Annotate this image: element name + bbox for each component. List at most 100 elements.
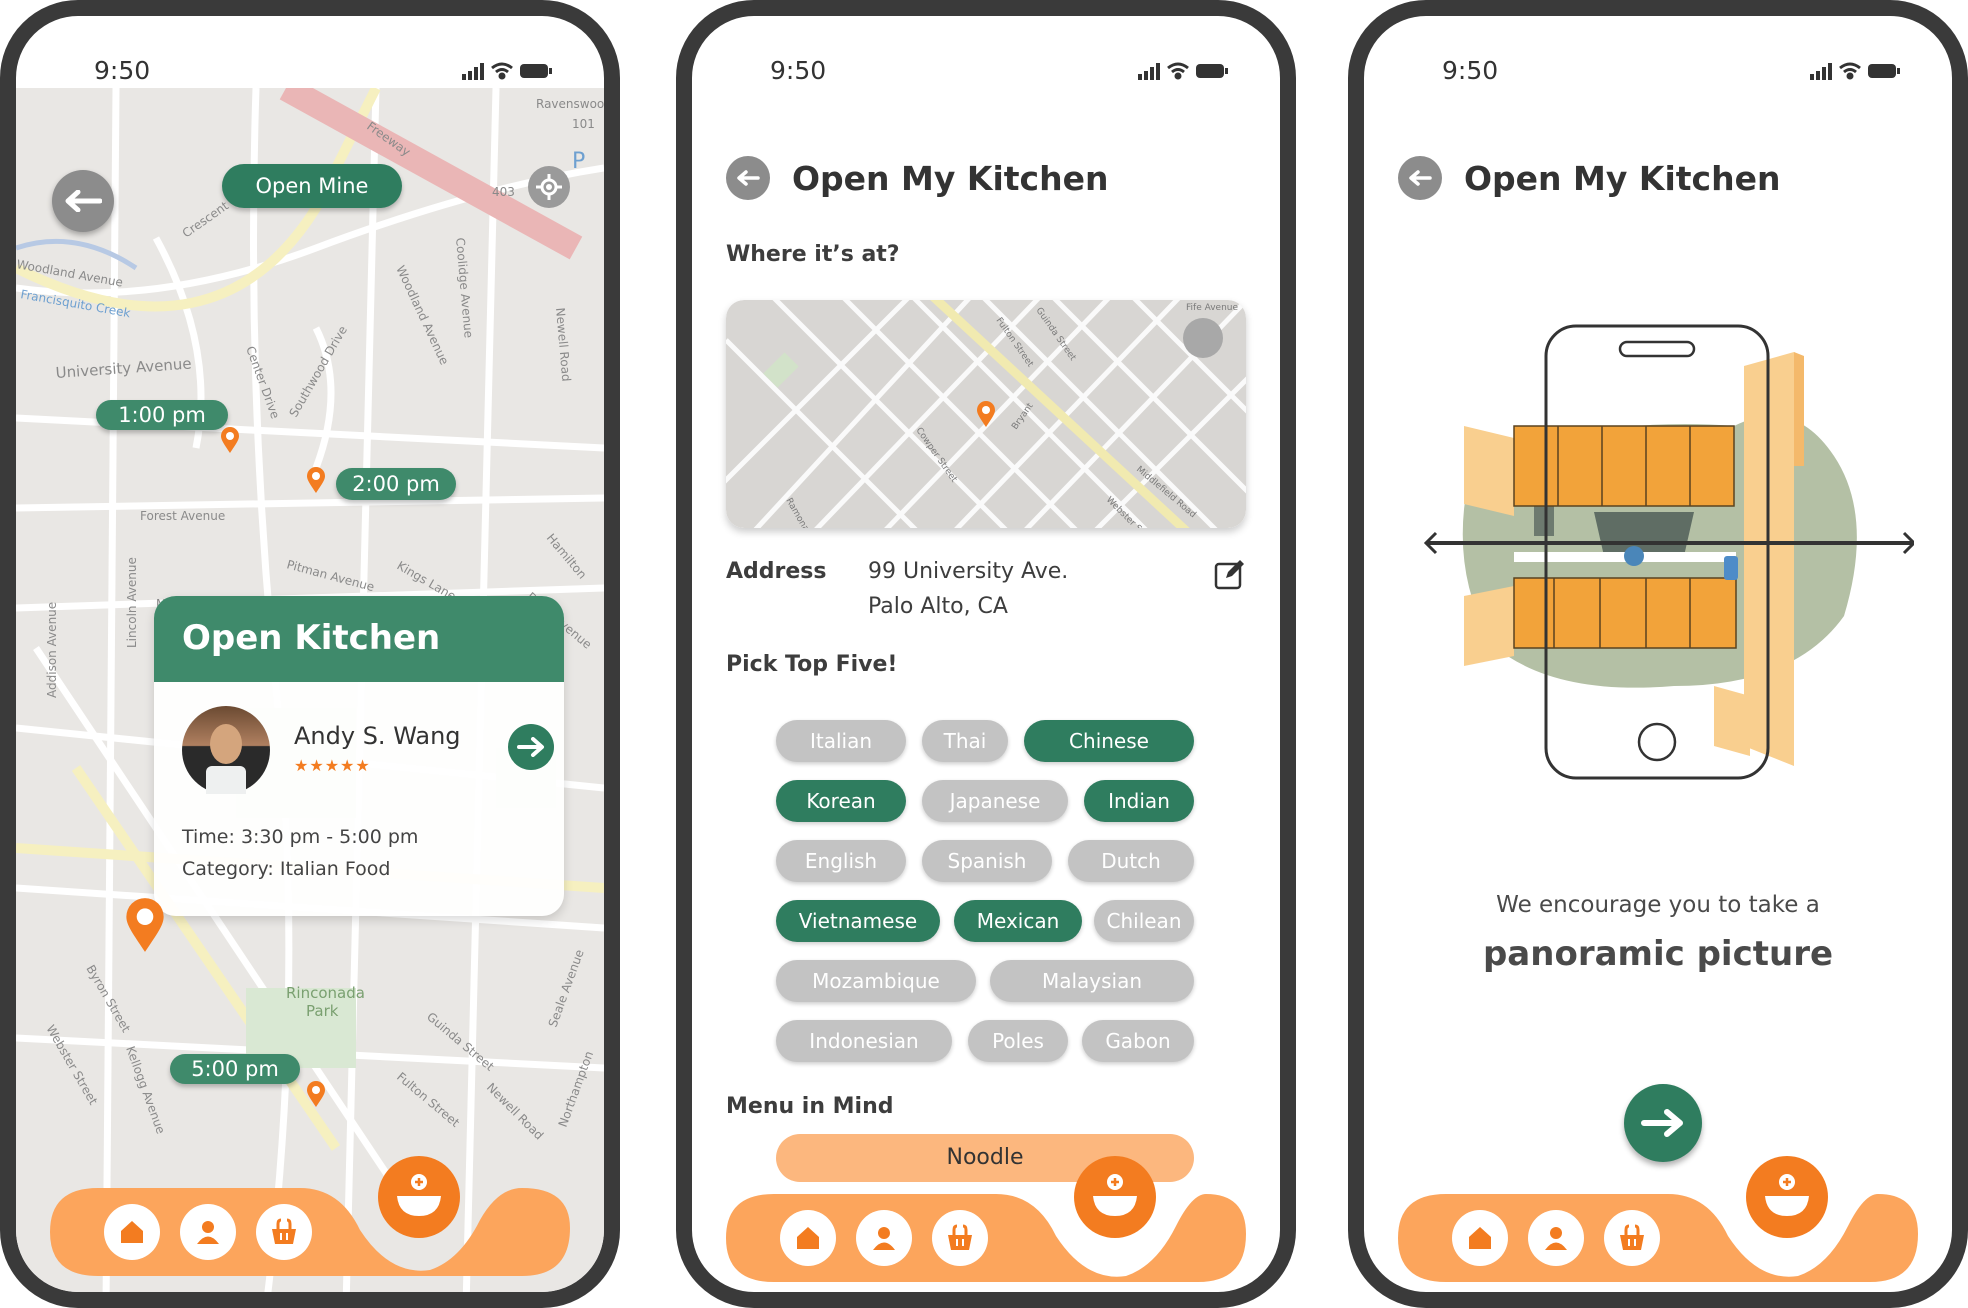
tab-profile[interactable]	[856, 1210, 912, 1266]
svg-text:P: P	[572, 149, 585, 174]
signal-icon	[1810, 63, 1832, 80]
open-kitchen-detail-button[interactable]	[508, 724, 554, 770]
basket-icon	[1620, 1224, 1644, 1250]
svg-text:Lincoln Avenue: Lincoln Avenue	[125, 557, 139, 648]
status-bar: 9:50	[1364, 16, 1952, 106]
status-time: 9:50	[1442, 56, 1499, 85]
menu-in-mind-label: Menu in Mind	[726, 1094, 894, 1119]
add-dish-fab[interactable]	[1746, 1156, 1828, 1238]
phone-map-screen: Ravenswood 101 Freeway 403 P Woodland Av…	[0, 0, 620, 1308]
pick-top-five-label: Pick Top Five!	[726, 652, 898, 677]
svg-text:Forest Avenue: Forest Avenue	[140, 509, 225, 523]
back-button[interactable]	[52, 170, 114, 232]
add-dish-fab[interactable]	[378, 1156, 460, 1238]
cuisine-chip[interactable]: English	[776, 840, 906, 882]
phone-open-my-kitchen-form: 9:50 Open My Kitchen Where it’s at? Fife…	[676, 0, 1296, 1308]
arrow-right-icon	[1641, 1109, 1683, 1137]
tab-basket[interactable]	[932, 1210, 988, 1266]
svg-text:403: 403	[492, 185, 515, 199]
locate-button[interactable]	[528, 166, 570, 208]
cuisine-chip[interactable]: Vietnamese	[776, 900, 940, 942]
panoramic-text: panoramic picture	[1482, 934, 1834, 974]
status-bar: 9:50	[692, 16, 1280, 106]
back-arrow-icon	[65, 190, 102, 212]
cuisine-chip[interactable]: Italian	[776, 720, 906, 762]
tab-profile[interactable]	[1528, 1210, 1584, 1266]
cuisine-chip[interactable]: Indian	[1084, 780, 1194, 822]
signal-icon	[462, 63, 484, 80]
status-time: 9:50	[770, 56, 827, 85]
page-header: Open My Kitchen	[726, 156, 1108, 200]
open-mine-button[interactable]: Open Mine	[222, 164, 402, 208]
tab-home[interactable]	[104, 1204, 160, 1260]
cuisine-chip[interactable]: Chilean	[1094, 900, 1194, 942]
back-button[interactable]	[1398, 156, 1442, 200]
cuisine-chip[interactable]: Indonesian	[776, 1020, 952, 1062]
profile-icon	[873, 1227, 895, 1250]
cuisine-chip[interactable]: Mexican	[954, 900, 1082, 942]
status-bar: 9:50	[16, 16, 604, 106]
svg-text:Fife Avenue: Fife Avenue	[1186, 303, 1238, 313]
svg-text:Park: Park	[306, 1002, 339, 1020]
cuisine-chip[interactable]: Chinese	[1024, 720, 1194, 762]
back-arrow-icon	[1409, 170, 1432, 186]
back-arrow-icon	[737, 170, 760, 186]
tab-home[interactable]	[1452, 1210, 1508, 1266]
card-time: Time: 3:30 pm - 5:00 pm	[182, 826, 419, 848]
status-icons	[462, 62, 552, 80]
page-header: Open My Kitchen	[1398, 156, 1780, 200]
tab-basket[interactable]	[256, 1204, 312, 1260]
map-pin-icon[interactable]	[306, 1080, 326, 1108]
locate-icon	[536, 174, 562, 200]
cuisine-chip[interactable]: Mozambique	[776, 960, 976, 1002]
map-pin-icon[interactable]	[306, 466, 326, 494]
phone-panoramic-prompt: 9:50 Open My Kitchen We encourage you to…	[1348, 0, 1968, 1308]
back-button[interactable]	[726, 156, 770, 200]
where-label: Where it’s at?	[726, 242, 900, 267]
home-icon	[1469, 1227, 1491, 1249]
profile-icon	[1545, 1227, 1567, 1250]
card-title: Open Kitchen	[182, 618, 441, 658]
home-icon	[797, 1227, 819, 1249]
status-time: 9:50	[94, 56, 151, 85]
cuisine-chip[interactable]: Spanish	[922, 840, 1052, 882]
time-pin-label[interactable]: 2:00 pm	[336, 468, 456, 500]
basket-icon	[948, 1224, 972, 1250]
cuisine-chip[interactable]: Poles	[968, 1020, 1068, 1062]
address-line-1: 99 University Ave.	[868, 559, 1069, 584]
rating-stars: ★★★★★	[294, 756, 371, 775]
address-label: Address	[726, 559, 827, 584]
cuisine-chip[interactable]: Japanese	[922, 780, 1068, 822]
wifi-icon	[1167, 62, 1189, 80]
signal-icon	[1138, 63, 1160, 80]
tab-home[interactable]	[780, 1210, 836, 1266]
battery-icon	[1196, 64, 1228, 78]
svg-text:Rinconada: Rinconada	[286, 984, 365, 1002]
bottom-tab-bar	[1398, 1186, 1918, 1282]
tab-profile[interactable]	[180, 1204, 236, 1260]
add-dish-fab[interactable]	[1074, 1156, 1156, 1238]
page-title: Open My Kitchen	[1464, 158, 1781, 198]
time-pin-label[interactable]: 5:00 pm	[170, 1054, 300, 1084]
cuisine-chip[interactable]: Malaysian	[990, 960, 1194, 1002]
card-category: Category: Italian Food	[182, 858, 391, 880]
map-pin-icon[interactable]	[220, 426, 240, 454]
bottom-tab-bar	[50, 1180, 570, 1276]
cuisine-chip[interactable]: Korean	[776, 780, 906, 822]
open-kitchen-card[interactable]: Open Kitchen Andy S. Wang ★★★★★ Time: 3:…	[154, 596, 564, 916]
battery-icon	[1868, 64, 1900, 78]
wifi-icon	[1839, 62, 1861, 80]
map-pin-icon[interactable]	[124, 896, 166, 954]
arrow-right-icon	[517, 737, 544, 757]
status-icons	[1138, 62, 1228, 80]
next-button[interactable]	[1624, 1084, 1702, 1162]
time-pin-label[interactable]: 1:00 pm	[96, 400, 228, 430]
cuisine-chip[interactable]: Thai	[922, 720, 1008, 762]
tab-basket[interactable]	[1604, 1210, 1660, 1266]
avatar	[182, 706, 270, 794]
edit-icon[interactable]	[1214, 558, 1246, 590]
host-name: Andy S. Wang	[294, 722, 461, 750]
location-map[interactable]: Fife Avenue Middlefield Road Fulton Stre…	[726, 300, 1246, 528]
cuisine-chip[interactable]: Gabon	[1082, 1020, 1194, 1062]
cuisine-chip[interactable]: Dutch	[1068, 840, 1194, 882]
